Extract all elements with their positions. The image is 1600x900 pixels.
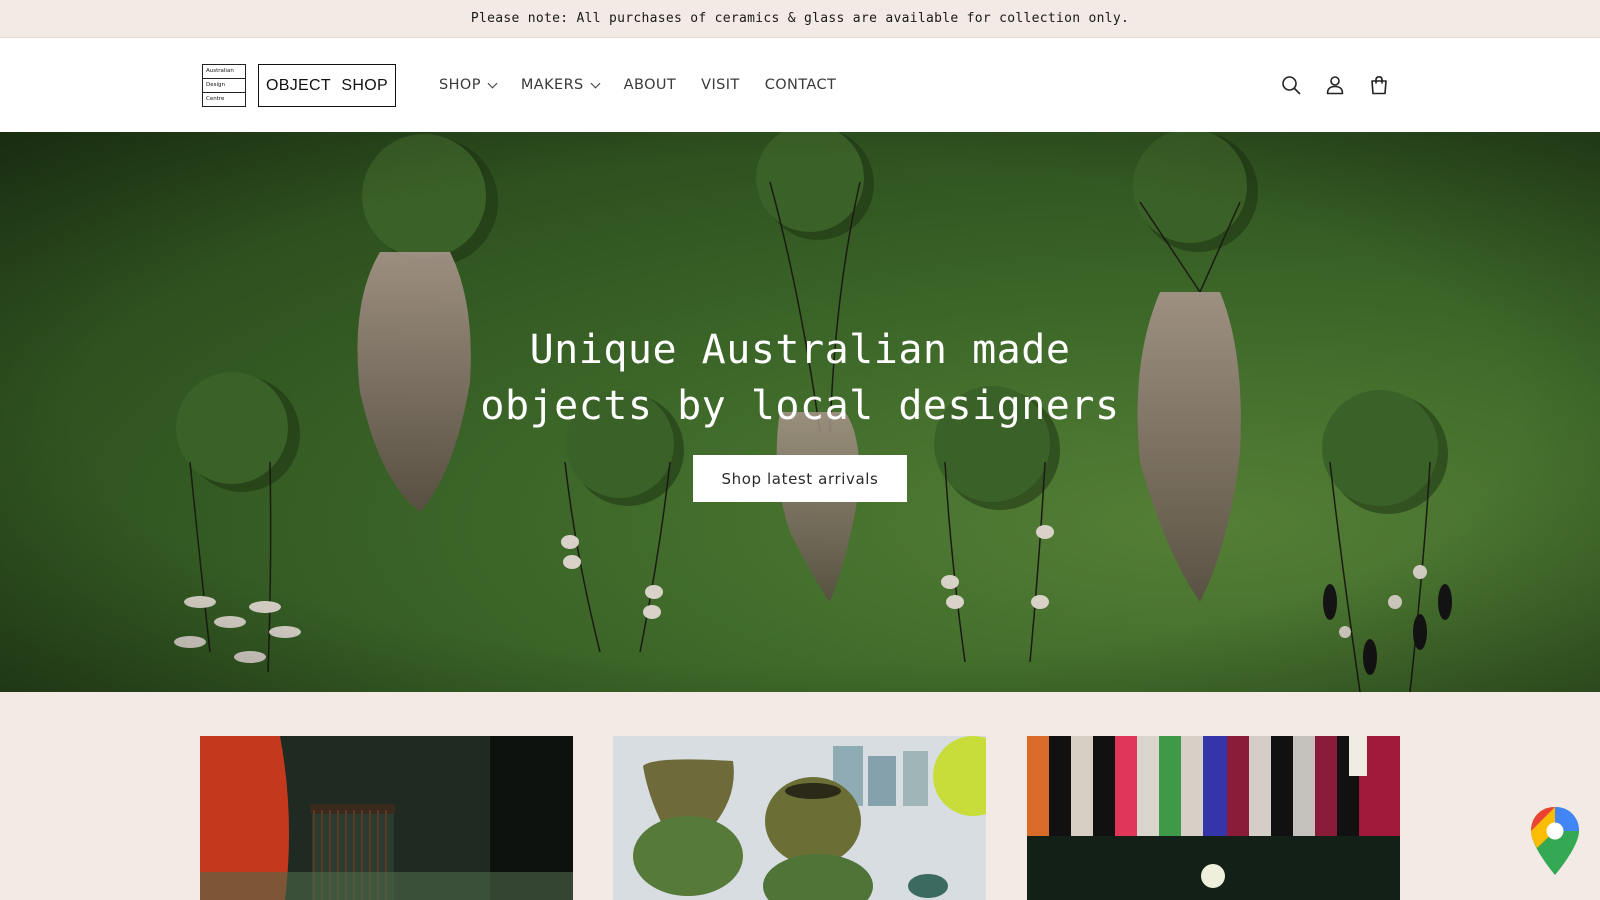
hero-banner: Unique Australian made objects by local … — [0, 132, 1600, 692]
announcement-text: Please note: All purchases of ceramics &… — [470, 11, 1130, 26]
hero-heading: Unique Australian made objects by local … — [480, 327, 1120, 429]
nav-item-about[interactable]: ABOUT — [624, 77, 677, 93]
header-icons — [1281, 38, 1389, 132]
textiles-card[interactable] — [1027, 736, 1400, 900]
chevron-down-icon — [487, 78, 498, 89]
nav-item-shop[interactable]: SHOP — [439, 77, 498, 93]
vessels-card[interactable] — [200, 736, 573, 900]
cart-icon[interactable] — [1369, 75, 1389, 95]
main-nav: SHOP MAKERS ABOUT VISIT CONTACT — [439, 38, 836, 132]
hero-text: Unique Australian made objects by local … — [0, 322, 1600, 434]
nav-label-contact: CONTACT — [764, 77, 837, 93]
chevron-down-icon — [590, 78, 601, 89]
ceramics-card-image — [613, 736, 986, 900]
logo-line-2: Design — [203, 79, 245, 93]
textiles-card-image — [1027, 736, 1400, 900]
vessels-card-image — [200, 736, 573, 900]
account-icon[interactable] — [1325, 75, 1345, 95]
nav-label-visit: VISIT — [701, 77, 740, 93]
nav-label-makers: MAKERS — [520, 77, 584, 93]
nav-item-makers[interactable]: MAKERS — [520, 77, 601, 93]
adc-logo-mark: Australian Design Centre — [202, 64, 246, 107]
collection-cards — [0, 736, 1600, 900]
logo[interactable]: Australian Design Centre OBJECT SHOP — [202, 64, 396, 107]
announcement-bar: Please note: All purchases of ceramics &… — [0, 0, 1600, 38]
ceramics-card[interactable] — [613, 736, 986, 900]
nav-item-visit[interactable]: VISIT — [701, 77, 740, 93]
logo-line-1: Australian — [203, 65, 245, 79]
logo-line-3: Centre — [206, 96, 225, 102]
shop-latest-arrivals-button[interactable]: Shop latest arrivals — [693, 455, 907, 502]
nav-item-contact[interactable]: CONTACT — [765, 77, 837, 93]
object-shop-wordmark: OBJECT SHOP — [258, 64, 396, 107]
site-header: Australian Design Centre OBJECT SHOP SHO… — [0, 38, 1600, 132]
nav-label-shop: SHOP — [439, 77, 481, 93]
nav-label-about: ABOUT — [623, 77, 677, 93]
google-maps-icon[interactable] — [1529, 805, 1581, 877]
search-icon[interactable] — [1281, 75, 1301, 95]
